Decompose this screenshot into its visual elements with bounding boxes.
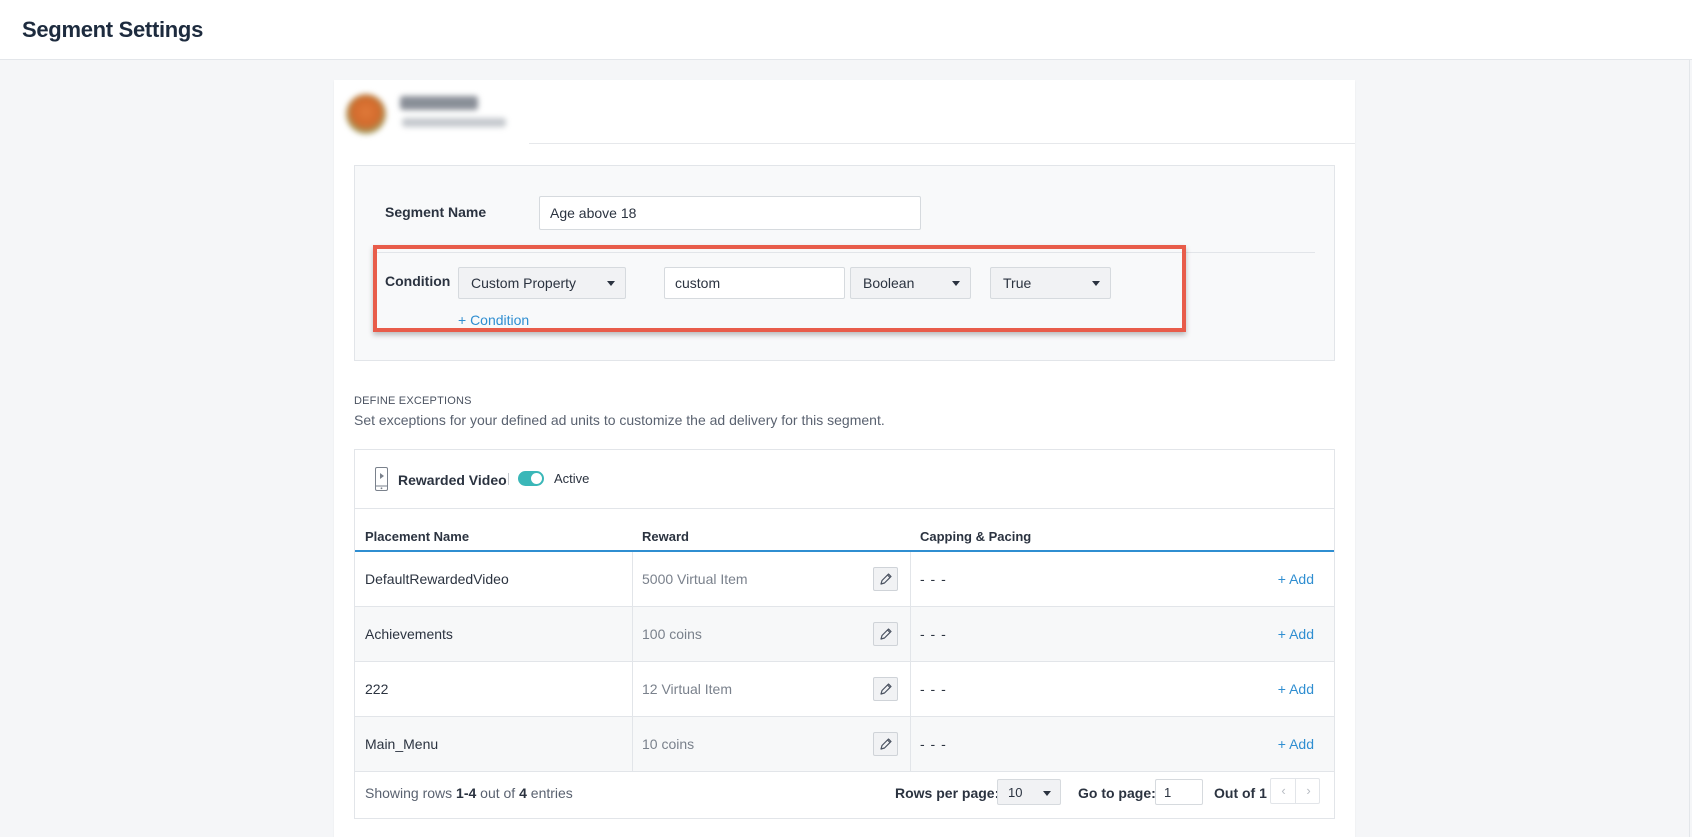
property-type-value: Custom Property bbox=[471, 275, 577, 291]
active-toggle[interactable] bbox=[518, 471, 544, 486]
go-to-page-label: Go to page: bbox=[1078, 785, 1156, 801]
segment-name-input[interactable] bbox=[539, 196, 921, 230]
pencil-icon bbox=[880, 738, 892, 750]
add-capping-link[interactable]: + Add bbox=[1278, 626, 1314, 642]
caret-down-icon bbox=[1043, 791, 1051, 796]
edit-reward-button[interactable] bbox=[873, 622, 898, 646]
edit-reward-button[interactable] bbox=[873, 567, 898, 591]
app-header bbox=[334, 80, 1355, 144]
caret-down-icon bbox=[952, 281, 960, 286]
top-bar: Segment Settings bbox=[0, 0, 1692, 60]
page-title: Segment Settings bbox=[22, 17, 204, 42]
property-name-input[interactable] bbox=[664, 267, 845, 299]
reward-value: 12 Virtual Item bbox=[642, 681, 733, 697]
add-capping-link[interactable]: + Add bbox=[1278, 681, 1314, 697]
reward-value: 100 coins bbox=[642, 626, 702, 642]
header-separator bbox=[508, 473, 509, 485]
column-divider bbox=[632, 552, 633, 607]
column-divider bbox=[910, 717, 911, 772]
ad-unit-name: Rewarded Video bbox=[398, 472, 507, 488]
reward-value: 10 coins bbox=[642, 736, 695, 752]
rows-per-page-label: Rows per page: bbox=[895, 785, 1000, 801]
add-capping-link[interactable]: + Add bbox=[1278, 571, 1314, 587]
capping-value: - - - bbox=[920, 736, 947, 752]
property-type-select[interactable]: Custom Property bbox=[458, 267, 626, 299]
placement-name: Achievements bbox=[365, 626, 453, 642]
ad-unit-header: Rewarded Video Active bbox=[355, 450, 1334, 509]
table-row: 222 12 Virtual Item - - - + Add bbox=[355, 662, 1334, 717]
capping-value: - - - bbox=[920, 571, 947, 587]
pencil-icon bbox=[880, 628, 892, 640]
table-row: Achievements 100 coins - - - + Add bbox=[355, 607, 1334, 662]
column-divider bbox=[632, 607, 633, 662]
table-footer: Showing rows 1-4 out of 4 entries Rows p… bbox=[355, 770, 1334, 818]
column-divider bbox=[910, 552, 911, 607]
phone-icon bbox=[375, 467, 388, 491]
capping-value: - - - bbox=[920, 681, 947, 697]
showing-outof: out of bbox=[480, 785, 516, 801]
pencil-icon bbox=[880, 683, 892, 695]
pencil-icon bbox=[880, 573, 892, 585]
app-name-redacted bbox=[400, 96, 478, 110]
showing-range: 1-4 bbox=[456, 785, 477, 801]
next-page-button[interactable]: › bbox=[1296, 779, 1321, 803]
column-divider bbox=[910, 607, 911, 662]
segment-form: Segment Name Condition Custom Property B… bbox=[354, 165, 1335, 361]
app-tab[interactable] bbox=[334, 80, 529, 144]
table-row: Main_Menu 10 coins - - - + Add bbox=[355, 717, 1334, 772]
value-select[interactable]: True bbox=[990, 267, 1111, 299]
showing-total: 4 bbox=[519, 785, 527, 801]
column-divider bbox=[632, 662, 633, 717]
condition-label: Condition bbox=[385, 273, 451, 289]
caret-down-icon bbox=[1092, 281, 1100, 286]
placement-name: DefaultRewardedVideo bbox=[365, 571, 509, 587]
reward-value: 5000 Virtual Item bbox=[642, 571, 748, 587]
add-capping-link[interactable]: + Add bbox=[1278, 736, 1314, 752]
exceptions-table: Rewarded Video Active Placement Name Rew… bbox=[354, 449, 1335, 819]
prev-page-button[interactable]: ‹ bbox=[1271, 779, 1296, 803]
column-header-placement[interactable]: Placement Name bbox=[365, 529, 469, 544]
toggle-knob bbox=[531, 473, 542, 484]
segment-card: Segment Name Condition Custom Property B… bbox=[334, 80, 1355, 837]
caret-down-icon bbox=[607, 281, 615, 286]
scrollbar-track[interactable] bbox=[1689, 60, 1690, 837]
pager: ‹ › bbox=[1270, 778, 1320, 804]
capping-value: - - - bbox=[920, 626, 947, 642]
rows-per-page-value: 10 bbox=[1008, 785, 1023, 800]
showing-prefix: Showing rows bbox=[365, 785, 453, 801]
column-divider bbox=[632, 717, 633, 772]
app-subtitle-redacted bbox=[402, 118, 506, 127]
add-condition-link[interactable]: + Condition bbox=[458, 312, 529, 328]
column-header-capping[interactable]: Capping & Pacing bbox=[920, 529, 1031, 544]
value-select-value: True bbox=[1003, 275, 1032, 291]
edit-reward-button[interactable] bbox=[873, 677, 898, 701]
go-to-page-input[interactable] bbox=[1155, 779, 1203, 805]
edit-reward-button[interactable] bbox=[873, 732, 898, 756]
value-type-select[interactable]: Boolean bbox=[850, 267, 971, 299]
table-row: DefaultRewardedVideo 5000 Virtual Item -… bbox=[355, 552, 1334, 607]
exceptions-description: Set exceptions for your defined ad units… bbox=[354, 412, 885, 428]
rows-per-page-select[interactable]: 10 bbox=[997, 779, 1061, 805]
column-header-reward[interactable]: Reward bbox=[642, 529, 689, 544]
segment-name-label: Segment Name bbox=[385, 204, 487, 220]
column-divider bbox=[910, 662, 911, 717]
page-count-label: Out of 1 bbox=[1214, 785, 1267, 801]
active-label: Active bbox=[554, 471, 590, 486]
exceptions-title: DEFINE EXCEPTIONS bbox=[354, 395, 472, 407]
value-type-value: Boolean bbox=[863, 275, 915, 291]
showing-rows-text: Showing rows 1-4 out of 4 entries bbox=[365, 785, 573, 801]
app-avatar bbox=[346, 94, 386, 134]
placement-name: Main_Menu bbox=[365, 736, 439, 752]
showing-entries: entries bbox=[530, 785, 573, 801]
placement-name: 222 bbox=[365, 681, 389, 697]
